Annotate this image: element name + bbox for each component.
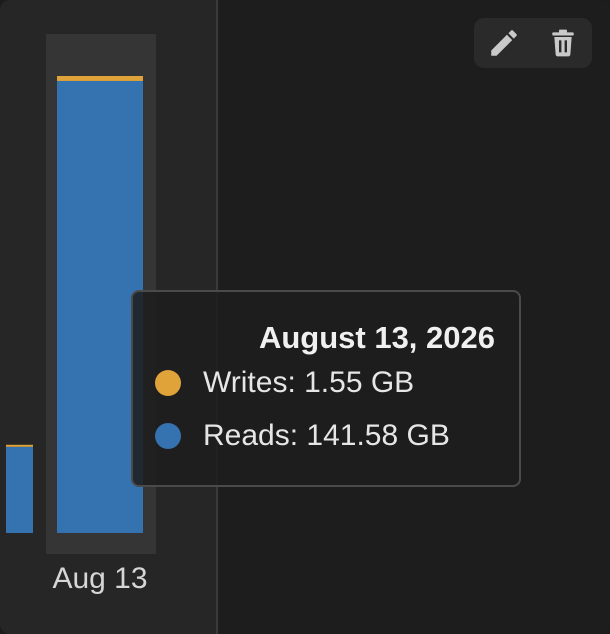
chart-tooltip: August 13, 2026 Writes: 1.55 GB Reads: 1… <box>131 290 521 487</box>
bar-previous-reads <box>6 446 33 533</box>
x-tick-label: Aug 13 <box>52 562 147 595</box>
tooltip-reads-label: Reads <box>203 419 290 452</box>
bar-writes-aug-13 <box>57 76 143 81</box>
tooltip-reads-value: 141.58 GB <box>306 419 450 452</box>
delete-button[interactable] <box>543 23 583 63</box>
tooltip-writes-label: Writes <box>203 366 288 399</box>
writes-legend-dot <box>155 370 181 396</box>
tooltip-reads-separator: : <box>289 419 307 452</box>
chart-panel: Aug 13 August 13, 2026 Writes: 1.55 GB R… <box>0 0 610 634</box>
tooltip-row-reads: Reads: 141.58 GB <box>155 419 450 453</box>
tooltip-writes-separator: : <box>287 366 305 399</box>
bar-previous-writes <box>6 444 33 447</box>
chart-toolbar <box>474 18 592 68</box>
reads-legend-dot <box>155 423 181 449</box>
trash-icon <box>551 29 574 57</box>
tooltip-writes-value: 1.55 GB <box>304 366 415 399</box>
tooltip-title: August 13, 2026 <box>258 320 495 355</box>
edit-button[interactable] <box>484 23 524 63</box>
pencil-icon <box>490 30 517 56</box>
tooltip-row-writes: Writes: 1.55 GB <box>155 366 414 400</box>
